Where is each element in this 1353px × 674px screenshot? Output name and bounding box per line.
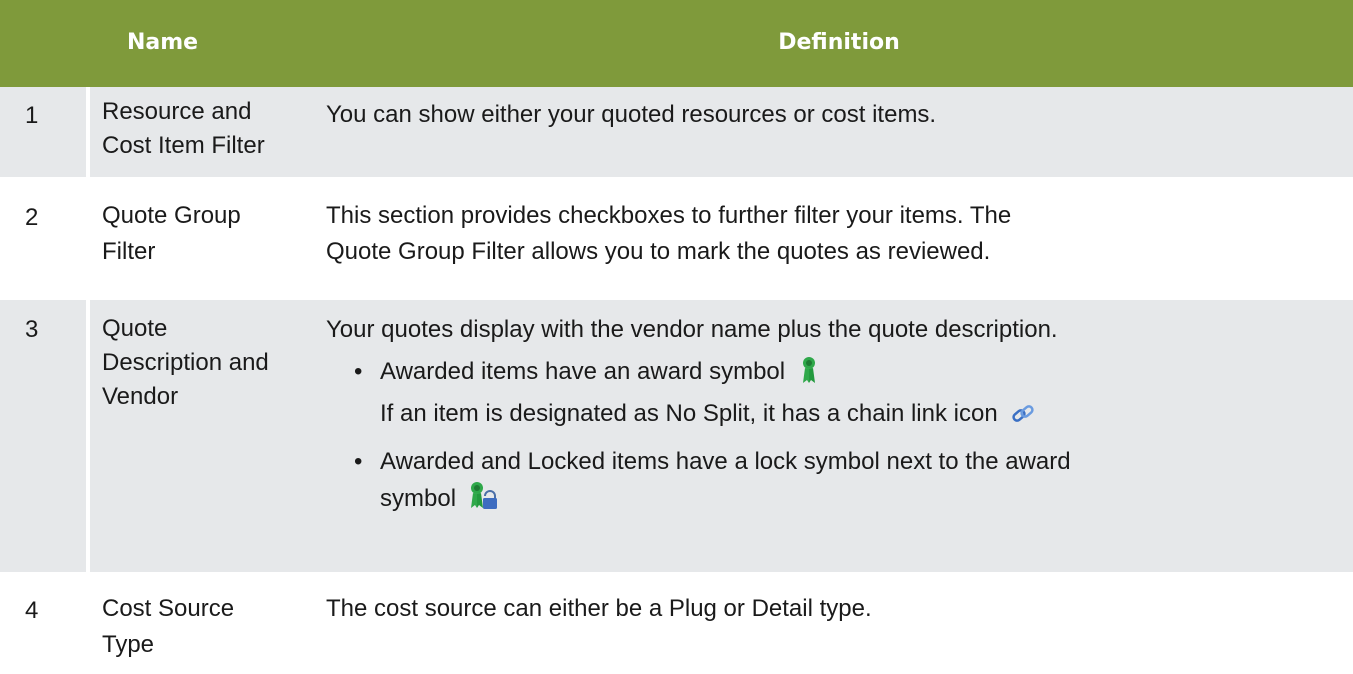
chain-link-icon [1010,401,1036,438]
award-lock-icon [469,480,499,523]
table-row: 4 Cost Source Type The cost source can e… [0,575,1353,674]
row-definition: This section provides checkboxes to furt… [326,202,1012,265]
row-name: Cost Source Type [102,595,235,658]
list-item: • Awarded items have an award symbol If … [326,354,1336,438]
list-item: • Awarded and Locked items have a lock s… [326,444,1336,523]
row-definition: Your quotes display with the vendor name… [326,312,1336,523]
row-name: Resource and Cost Item Filter [102,98,265,159]
row-number: 2 [25,204,39,231]
row-name: Quote Group Filter [102,202,241,265]
row-number: 1 [25,102,39,129]
table-header: Name Definition [0,0,1353,87]
definitions-table: Name Definition 1 Resource and Cost Item… [0,0,1353,674]
table-row: 3 Quote Description and Vendor Your quot… [0,300,1353,572]
row-name: Quote Description and Vendor [102,315,269,410]
row-definition: You can show either your quoted resource… [326,101,937,128]
bullet-list: • Awarded items have an award symbol If … [326,354,1336,523]
header-name: Name [126,30,199,55]
row-number: 4 [25,597,39,624]
header-definition: Definition [778,30,900,55]
row-definition: The cost source can either be a Plug or … [326,595,872,622]
award-icon [798,355,820,396]
table-row: 1 Resource and Cost Item Filter You can … [0,87,1353,177]
table-row: 2 Quote Group Filter This section provid… [0,180,1353,298]
row-number: 3 [25,316,39,343]
